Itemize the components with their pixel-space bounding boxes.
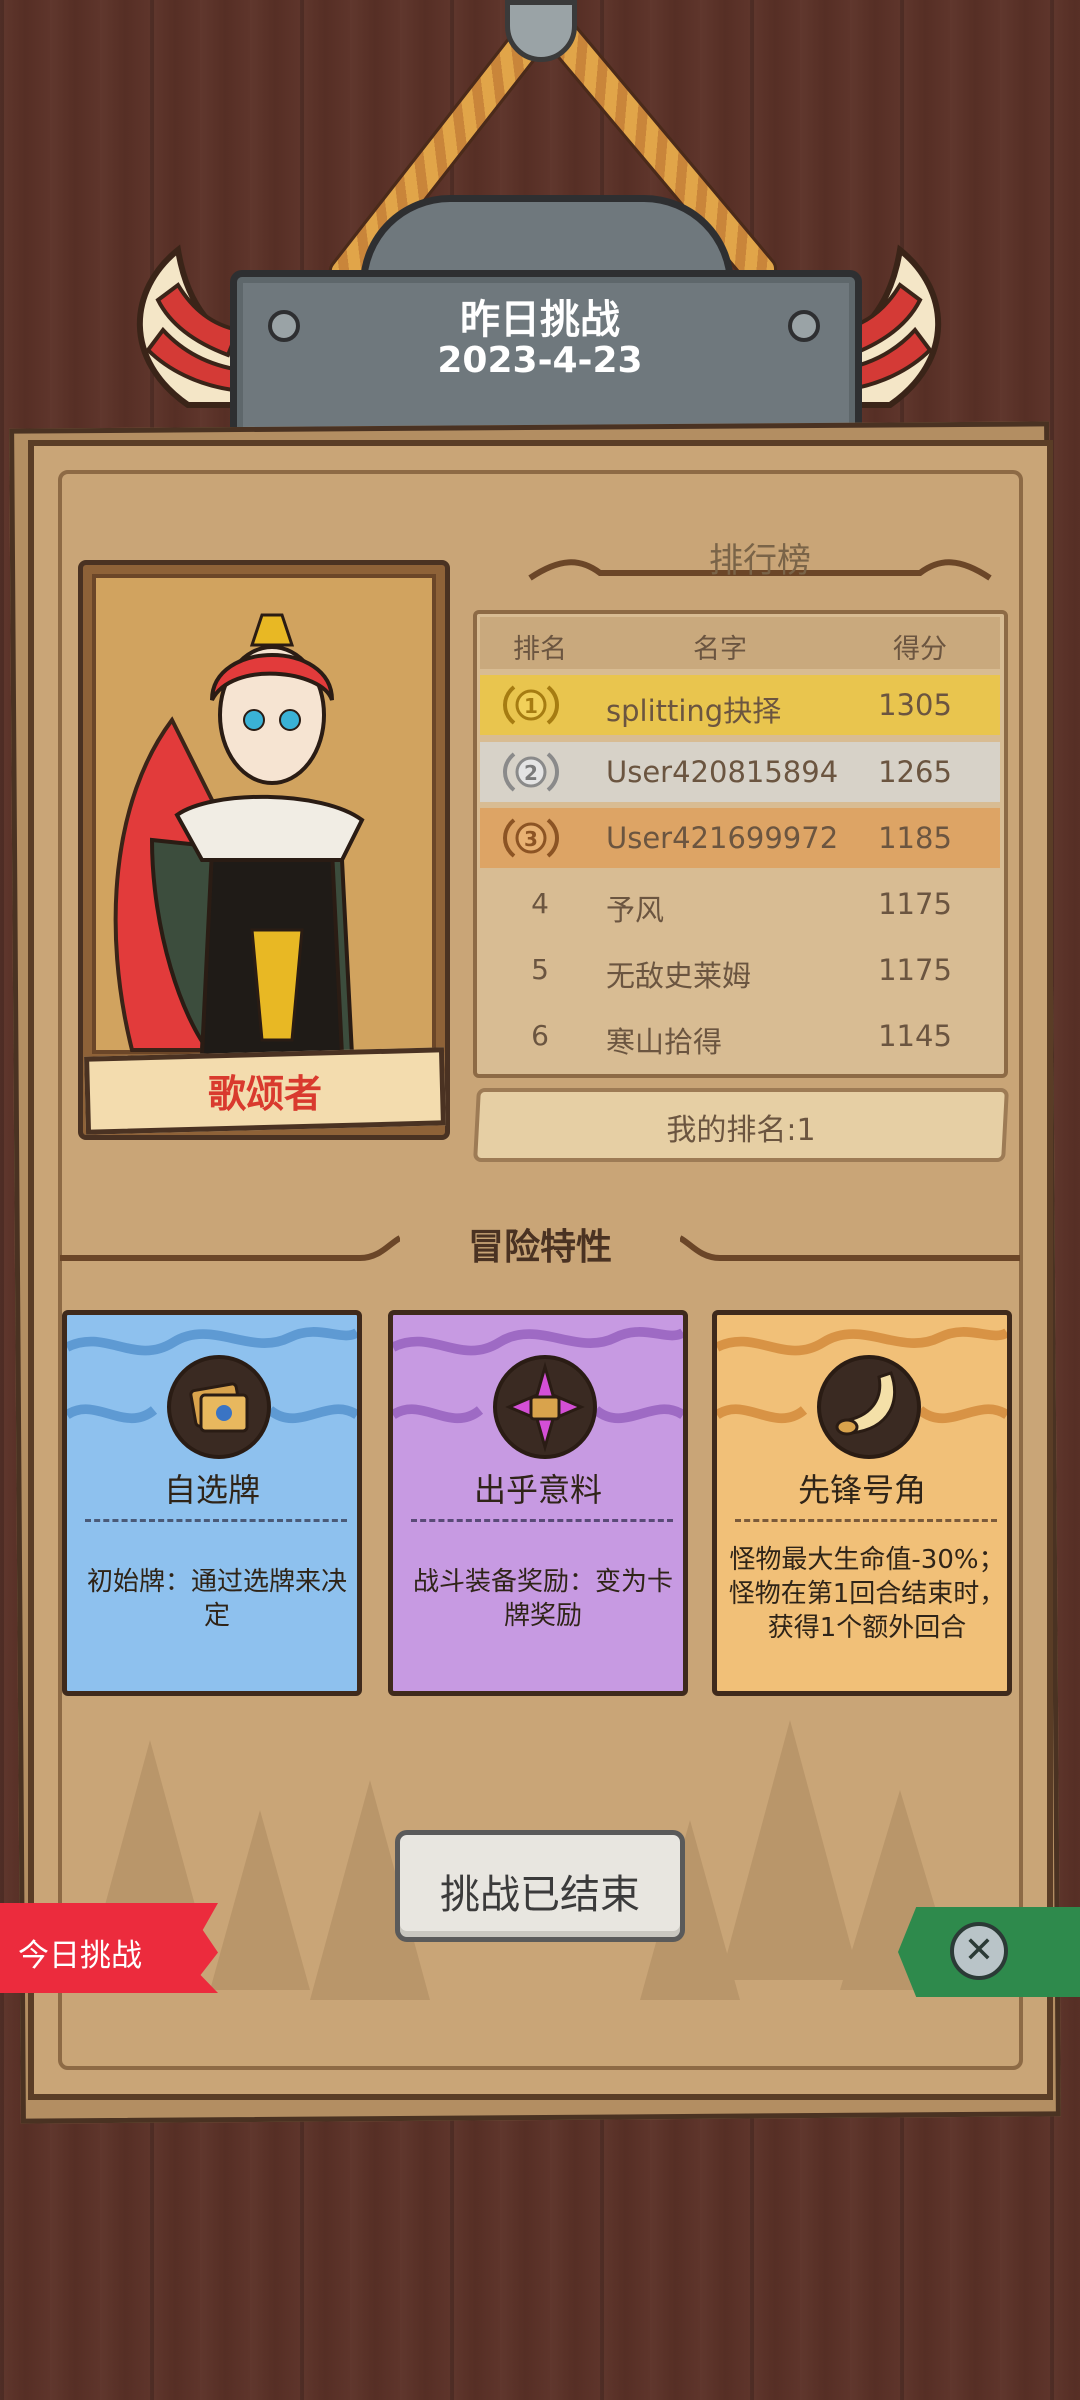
today-challenge-label: 今日挑战	[18, 1938, 142, 1974]
header-name: 名字	[693, 634, 747, 665]
trait-description: 初始牌：通过选牌来决定	[86, 1567, 347, 1631]
trait-name: 先锋号角	[797, 1471, 926, 1509]
sign-bolt-right	[788, 310, 820, 342]
sign-title: 昨日挑战	[460, 297, 620, 343]
trait-card-self-select[interactable]: 自选牌 初始牌：通过选牌来决定	[62, 1310, 362, 1696]
card-divider	[411, 1519, 673, 1522]
cards-icon	[167, 1355, 271, 1459]
row-name: splitting抉择	[606, 694, 782, 728]
trait-name: 自选牌	[163, 1471, 260, 1509]
my-rank: 我的排名:1	[666, 1113, 816, 1148]
horn-icon	[817, 1355, 921, 1459]
trait-description: 怪物最大生命值-30%；怪物在第1回合结束时，获得1个额外回合	[728, 1545, 1006, 1643]
svg-text:3: 3	[524, 827, 538, 851]
sign-bolt-left	[268, 310, 300, 342]
row-score: 1185	[878, 821, 952, 855]
row-score: 1265	[878, 755, 952, 789]
leaderboard-title: 排行榜	[709, 541, 811, 581]
close-icon: ✕	[963, 1930, 995, 1971]
row-rank: 4	[531, 887, 549, 920]
row-score: 1175	[878, 953, 952, 987]
trait-card-vanguard-horn[interactable]: 先锋号角 怪物最大生命值-30%；怪物在第1回合结束时，获得1个额外回合	[712, 1310, 1012, 1696]
gold-medal-icon: 1	[503, 685, 559, 725]
hero-character-icon	[113, 613, 365, 1055]
row-name: User420815894	[606, 755, 839, 789]
row-name: 无敌史莱姆	[606, 959, 752, 993]
traits-title: 冒险特性	[467, 1227, 612, 1268]
chest-icon	[493, 1355, 597, 1459]
silver-medal-icon: 2	[503, 752, 559, 792]
trait-description: 战斗装备奖励：变为卡牌奖励	[412, 1567, 673, 1631]
row-score: 1145	[878, 1019, 952, 1053]
hero-name: 歌颂者	[207, 1072, 322, 1116]
sign-date: 2023-4-23	[437, 340, 643, 381]
row-name: 寒山拾得	[606, 1025, 723, 1059]
row-rank: 6	[531, 1019, 549, 1052]
challenge-ended-label: 挑战已结束	[440, 1872, 640, 1918]
row-rank: 5	[531, 953, 549, 986]
svg-text:2: 2	[524, 761, 538, 785]
row-name: 予风	[606, 893, 665, 927]
card-divider	[735, 1519, 997, 1522]
header-score: 得分	[893, 634, 947, 665]
trait-name: 出乎意料	[473, 1471, 602, 1509]
row-name: User421699972	[606, 821, 839, 855]
trait-card-unexpected[interactable]: 出乎意料 战斗装备奖励：变为卡牌奖励	[388, 1310, 688, 1696]
row-score: 1175	[878, 887, 952, 921]
header-rank: 排名	[513, 634, 567, 665]
bronze-medal-icon: 3	[503, 818, 559, 858]
card-divider	[85, 1519, 347, 1522]
svg-text:1: 1	[524, 694, 538, 718]
row-score: 1305	[878, 688, 952, 722]
